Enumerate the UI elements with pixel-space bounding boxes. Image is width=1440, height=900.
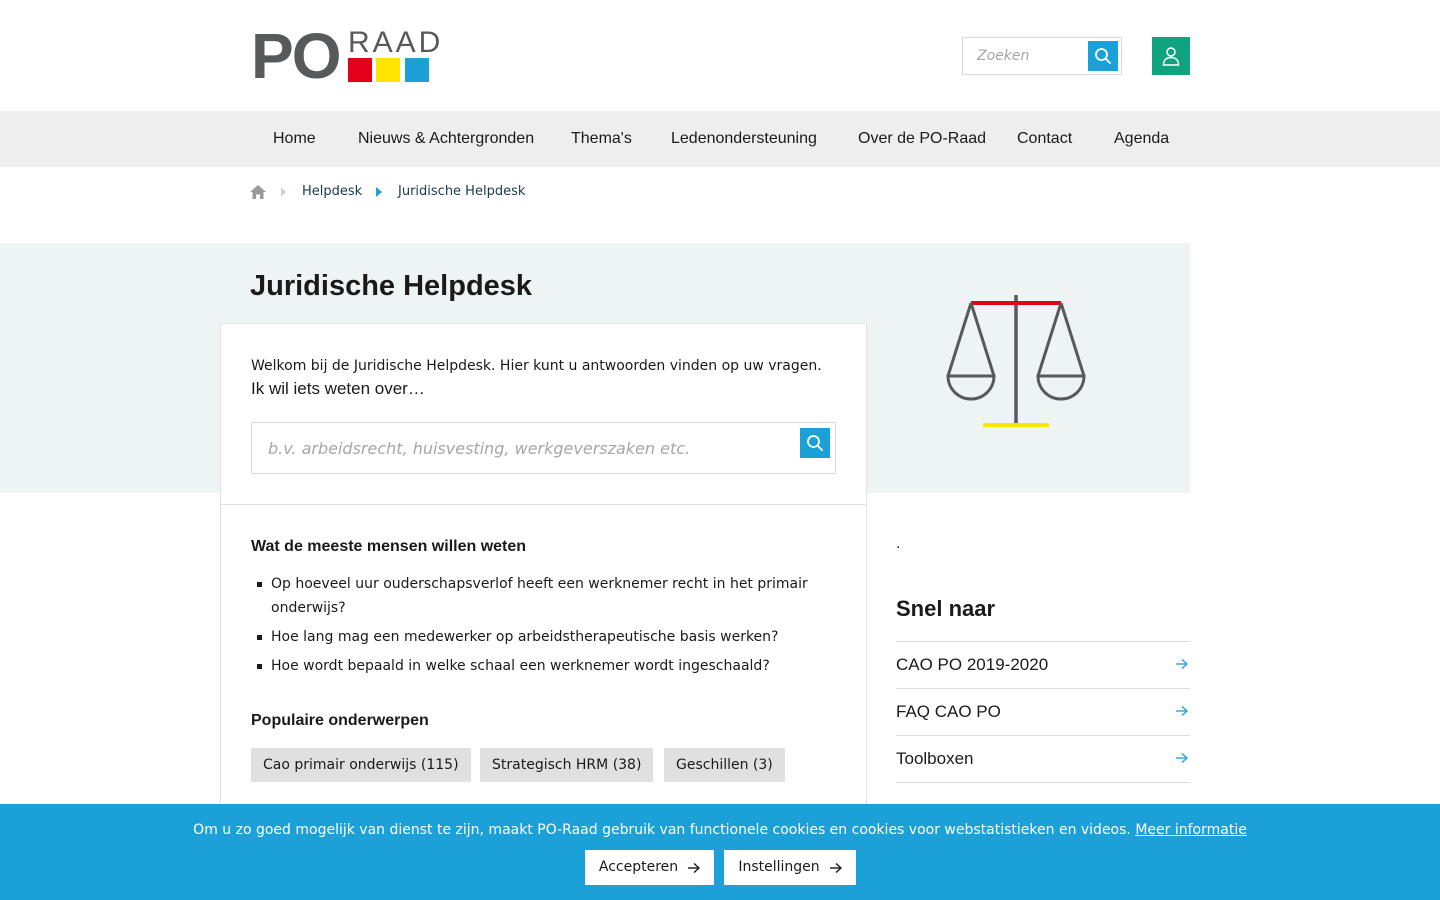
topic-tag[interactable]: Geschillen (3) <box>664 748 785 782</box>
breadcrumb-separator <box>281 187 286 197</box>
topic-tag[interactable]: Strategisch HRM (38) <box>480 748 654 782</box>
main-navigation: Home Nieuws & Achtergronden Thema's Lede… <box>0 111 1440 167</box>
quick-link-label: Toolboxen <box>896 749 974 768</box>
arrow-right-icon <box>1176 659 1188 669</box>
topic-tag[interactable]: Cao primair onderwijs (115) <box>251 748 471 782</box>
logo-yellow-square <box>376 58 400 82</box>
nav-item-over[interactable]: Over de PO-Raad <box>858 111 986 167</box>
cookie-accept-button[interactable]: Accepteren <box>585 850 714 885</box>
search-icon <box>1095 48 1111 64</box>
quick-link-label: CAO PO 2019-2020 <box>896 655 1049 674</box>
breadcrumb-helpdesk[interactable]: Helpdesk <box>302 184 362 199</box>
cookie-accept-label: Accepteren <box>598 859 679 875</box>
helpdesk-search-input[interactable] <box>252 423 792 473</box>
nav-item-themas[interactable]: Thema's <box>571 111 632 167</box>
home-icon[interactable] <box>250 185 266 199</box>
quick-links: CAO PO 2019-2020 FAQ CAO PO Toolboxen <box>896 641 1190 783</box>
scales-of-justice-icon <box>946 295 1086 427</box>
nav-item-agenda[interactable]: Agenda <box>1114 111 1169 167</box>
user-icon <box>1162 47 1180 66</box>
cookie-more-info-link[interactable]: Meer informatie <box>1135 822 1247 838</box>
page-title: Juridische Helpdesk <box>250 270 533 302</box>
helpdesk-card: Welkom bij de Juridische Helpdesk. Hier … <box>220 323 867 843</box>
cookie-text-line: Om u zo goed mogelijk van dienst te zijn… <box>0 822 1440 838</box>
cookie-banner: Om u zo goed mogelijk van dienst te zijn… <box>0 804 1440 900</box>
faq-item[interactable]: Hoe lang mag een medewerker op arbeidsth… <box>251 625 831 649</box>
cookie-message: Om u zo goed mogelijk van dienst te zijn… <box>193 822 1131 838</box>
quick-link-toolboxen[interactable]: Toolboxen <box>896 736 1190 783</box>
cookie-settings-button[interactable]: Instellingen <box>724 850 856 885</box>
arrow-right-icon <box>829 862 842 873</box>
quick-link-faq[interactable]: FAQ CAO PO <box>896 689 1190 736</box>
arrow-right-icon <box>1176 753 1188 763</box>
nav-item-nieuws[interactable]: Nieuws & Achtergronden <box>358 111 534 167</box>
topics-heading: Populaire onderwerpen <box>251 712 429 729</box>
logo-po-text: PO <box>251 20 341 92</box>
sidebar-dot: . <box>896 536 901 552</box>
breadcrumb-separator-active <box>376 187 382 197</box>
breadcrumb-current: Juridische Helpdesk <box>398 184 526 199</box>
arrow-right-icon <box>688 862 701 873</box>
arrow-right-icon <box>1176 706 1188 716</box>
cookie-settings-label: Instellingen <box>738 859 820 875</box>
welcome-text: Welkom bij de Juridische Helpdesk. Hier … <box>251 358 822 374</box>
nav-item-contact[interactable]: Contact <box>1017 111 1072 167</box>
logo-raad-text: RAAD <box>348 26 444 59</box>
helpdesk-search-button[interactable] <box>800 428 830 458</box>
faq-item[interactable]: Hoe wordt bepaald in welke schaal een we… <box>251 654 831 678</box>
search-icon <box>807 435 823 451</box>
nav-item-ledenondersteuning[interactable]: Ledenondersteuning <box>671 111 817 167</box>
logo-red-square <box>348 58 372 82</box>
faq-heading: Wat de meeste mensen willen weten <box>251 538 527 555</box>
site-header: PO RAAD <box>0 0 1440 111</box>
faq-list: Op hoeveel uur ouderschapsverlof heeft e… <box>251 572 831 683</box>
header-search-button[interactable] <box>1088 41 1118 71</box>
helpdesk-search-section: Welkom bij de Juridische Helpdesk. Hier … <box>221 324 866 505</box>
faq-item[interactable]: Op hoeveel uur ouderschapsverlof heeft e… <box>251 572 831 620</box>
quick-link-cao[interactable]: CAO PO 2019-2020 <box>896 642 1190 689</box>
nav-item-home[interactable]: Home <box>273 111 316 167</box>
quick-link-label: FAQ CAO PO <box>896 702 1001 721</box>
po-raad-logo[interactable]: PO RAAD <box>251 24 440 88</box>
helpdesk-search <box>251 422 836 474</box>
header-search-input[interactable] <box>963 38 1087 74</box>
search-prompt: Ik wil iets weten over… <box>251 379 425 398</box>
logo-blue-square <box>405 58 429 82</box>
quick-links-heading: Snel naar <box>896 596 996 621</box>
header-search <box>962 37 1122 75</box>
account-button[interactable] <box>1152 37 1190 75</box>
